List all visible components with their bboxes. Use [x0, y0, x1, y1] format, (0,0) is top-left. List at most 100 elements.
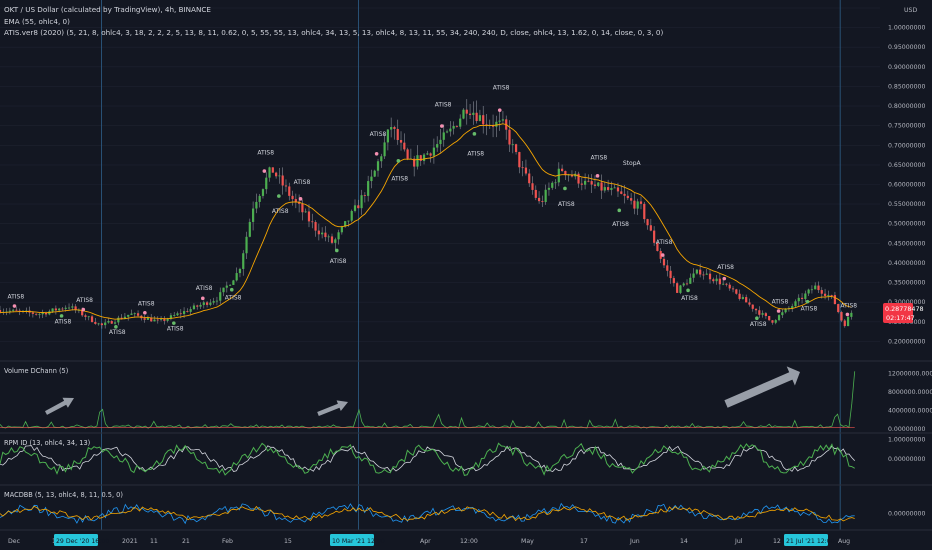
signal-label: ATIS8: [591, 155, 608, 162]
signal-label: ATIS8: [772, 299, 789, 306]
signal-dot: [660, 253, 665, 257]
candle-body: [840, 312, 843, 321]
candle-body: [176, 313, 179, 316]
last-price-value: 0.28778478: [885, 305, 924, 313]
time-tick-label: 17: [580, 538, 588, 545]
signal-dot: [229, 287, 234, 292]
candle-body: [465, 109, 468, 114]
signal-label: ATIS8: [750, 321, 767, 328]
candle-body: [182, 311, 186, 314]
candle-body: [107, 321, 110, 323]
candle-body: [64, 307, 67, 309]
candle-body: [702, 274, 705, 276]
candle-body: [242, 253, 245, 269]
candle-body: [679, 285, 682, 293]
atis-signal-labels: ATIS8 ATIS8 ATIS8 ATIS8 ATIS8 ATIS8 ATIS8 ATIS8…: [7, 84, 857, 335]
candle-body: [610, 187, 613, 190]
candle-body: [797, 297, 800, 302]
candle-body: [735, 289, 738, 294]
candle-body: [745, 297, 748, 303]
candle-body: [159, 319, 163, 320]
candle-body: [593, 184, 597, 186]
candle-body: [321, 232, 324, 235]
signal-dot: [262, 169, 267, 173]
candle-body: [718, 278, 721, 285]
signal-label: ATIS8: [167, 325, 184, 332]
candle-body: [771, 320, 774, 323]
signal-label: ATIS8: [656, 239, 673, 246]
price-tick-label: 0.85000000: [888, 83, 925, 90]
candle-body: [202, 302, 205, 305]
signal-label: ATIS8: [225, 295, 242, 302]
candle-body: [528, 173, 531, 184]
candle-body: [436, 144, 439, 148]
candle-body: [38, 314, 41, 316]
candle-body: [768, 315, 771, 321]
candle-body: [166, 318, 169, 321]
candle-body: [426, 153, 429, 155]
candle-body: [317, 230, 320, 235]
candle-body: [468, 113, 472, 115]
candle-body: [261, 189, 265, 196]
candle-body: [731, 288, 735, 290]
volume-pane[interactable]: Volume DChann (5) 12000000.00000000 80000…: [0, 366, 932, 433]
candle-body: [143, 318, 146, 320]
rpm-pane[interactable]: RPM ID (13, ohlc4, 34, 13) 1.00000000 0.0…: [0, 437, 925, 476]
price-tick-label: 0.50000000: [888, 221, 925, 228]
candle-body: [314, 222, 317, 231]
candle-body: [130, 313, 133, 315]
candle-body: [455, 125, 459, 127]
macd-pane[interactable]: MACDBB (5, 13, ohlc4, 8, 11, 0.5, 0) 0.0…: [0, 491, 925, 525]
candle-body: [630, 198, 633, 201]
candle-body: [626, 195, 629, 199]
price-tick-label: 1.00000000: [888, 25, 925, 32]
time-tick-label: Apr: [420, 538, 431, 545]
signal-label: ATIS8: [681, 295, 698, 302]
time-tick-label: Jun: [629, 538, 640, 545]
candle-body: [551, 182, 554, 188]
signal-label: ATIS8: [717, 264, 734, 271]
candle-body: [334, 239, 337, 243]
volume-tick-label: 8000000.00000000: [888, 389, 932, 396]
signal-dot: [595, 174, 600, 178]
candle-body: [71, 306, 74, 308]
candle-body: [478, 115, 482, 121]
candle-body: [97, 323, 100, 325]
candle-body: [761, 313, 764, 315]
signal-dot: [617, 208, 622, 213]
macd-pane-title: MACDBB (5, 13, ohlc4, 8, 11, 0.5, 0): [4, 491, 123, 499]
time-axis[interactable]: Dec1420211121Feb15MarApr12:00May17Jun14J…: [8, 534, 850, 546]
price-axis[interactable]: 1.00000000 0.95000000 0.90000000 0.85000000…: [888, 25, 925, 346]
signal-label: ATIS8: [840, 302, 857, 309]
volume-tick-label: 0.00000000: [888, 426, 925, 433]
candle-body: [846, 316, 850, 327]
candle-body: [173, 315, 176, 316]
candle-body: [258, 195, 261, 202]
candle-body: [600, 182, 603, 191]
candle-body: [603, 187, 606, 191]
candle-body: [616, 187, 620, 192]
candle-body: [15, 309, 18, 311]
candle-body: [228, 284, 232, 286]
candle-body: [8, 310, 11, 312]
stop-annotation: StopA: [623, 160, 642, 167]
candle-body: [514, 144, 518, 153]
candle-body: [521, 167, 524, 169]
chart-stage[interactable]: ATIS8 ATIS8 ATIS8 ATIS8 ATIS8 ATIS8 ATIS8 ATIS8…: [0, 0, 932, 550]
candle-body: [784, 308, 787, 313]
candle-body: [390, 127, 393, 130]
candle-body: [432, 147, 435, 156]
signal-dot: [722, 276, 727, 281]
candle-body: [531, 183, 534, 190]
candle-body: [156, 319, 159, 321]
candle-body: [791, 306, 794, 308]
atis-legend: ATIS.ver8 (2020) (5, 21, 8, ohlc4, 3, 18…: [4, 28, 664, 37]
candle-body: [58, 308, 61, 311]
candle-body: [541, 201, 544, 203]
candle-body: [360, 195, 363, 209]
price-pane[interactable]: ATIS8 ATIS8 ATIS8 ATIS8 ATIS8 ATIS8 ATIS8 ATIS8…: [0, 25, 925, 346]
tradingview-chart[interactable]: ATIS8 ATIS8 ATIS8 ATIS8 ATIS8 ATIS8 ATIS8 ATIS8…: [0, 0, 932, 550]
candle-body: [445, 131, 449, 133]
signal-label: ATIS8: [7, 293, 24, 300]
candle-body: [288, 186, 291, 196]
